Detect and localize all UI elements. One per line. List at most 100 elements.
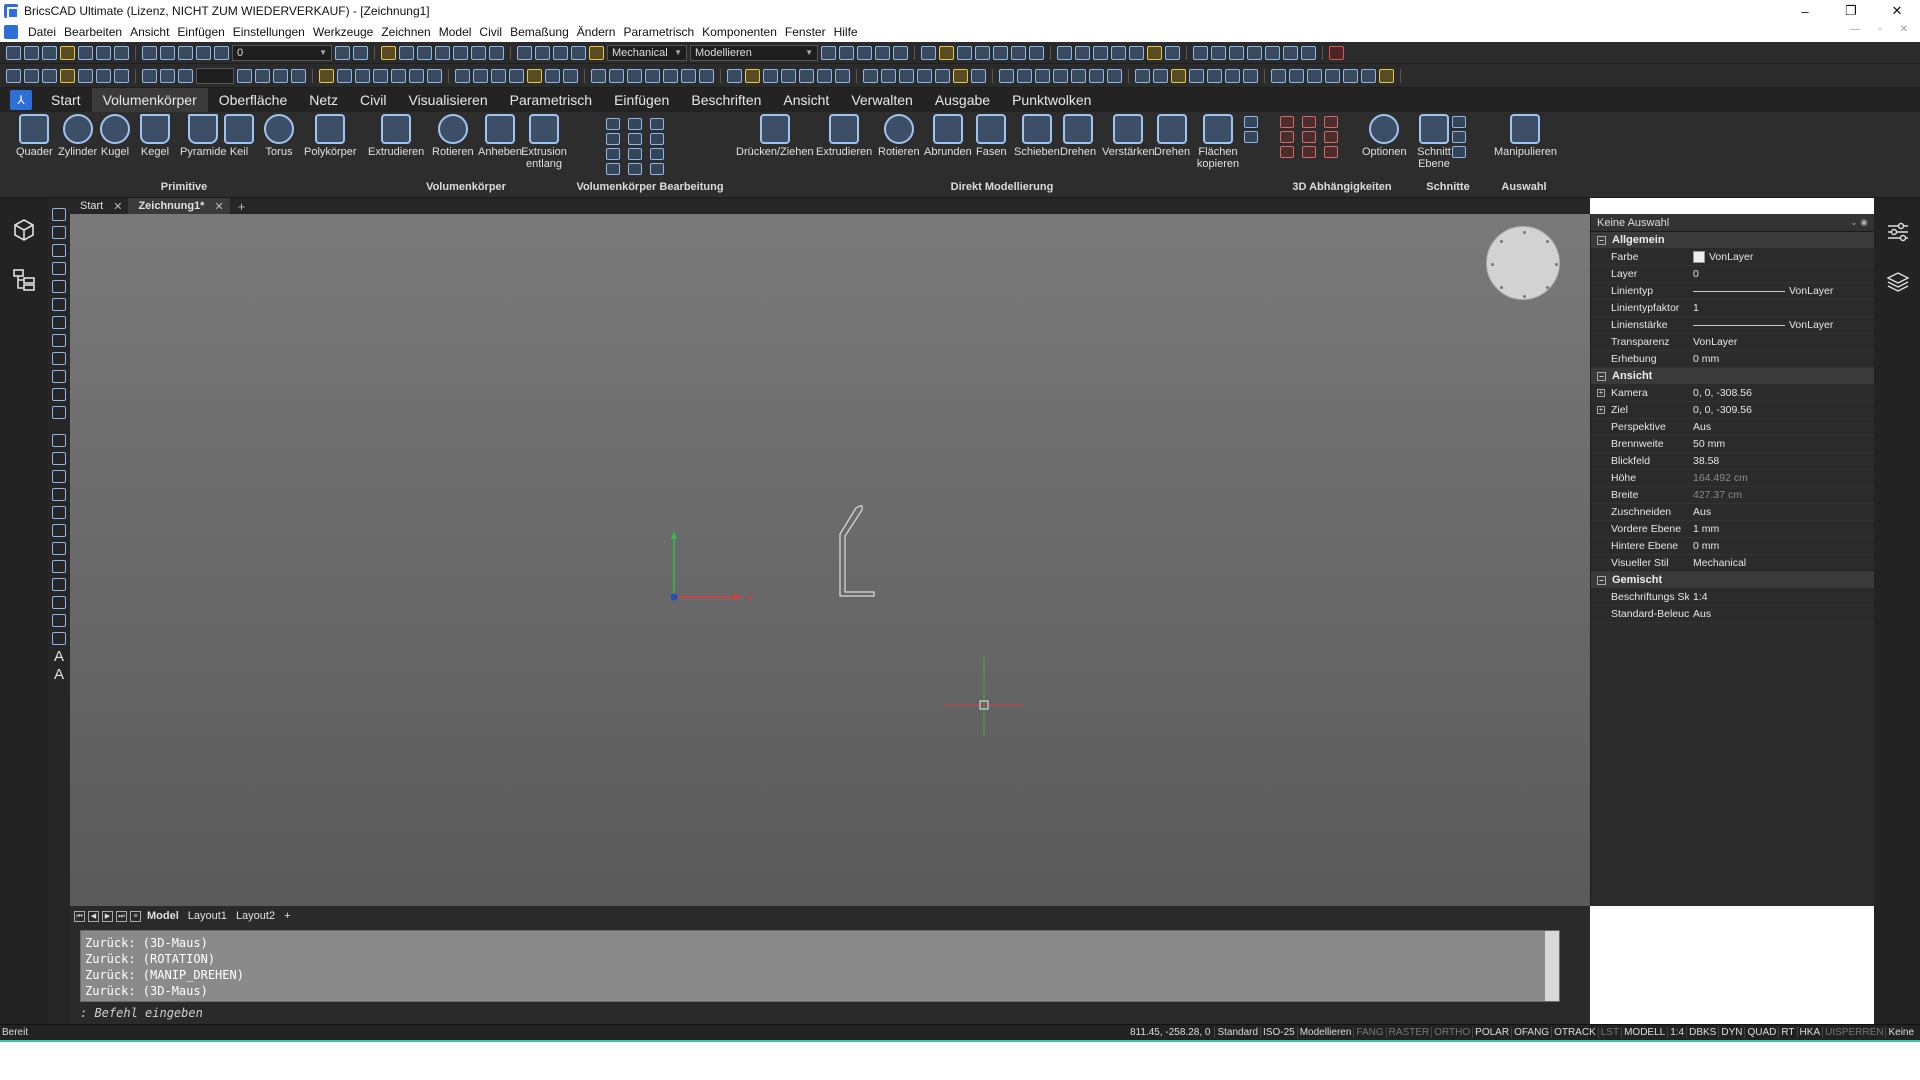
toolbar-tool-icon[interactable]: [24, 45, 39, 60]
property-row-visueller-stil[interactable]: Visueller Stil Mechanical: [1591, 555, 1874, 572]
toolbar-tool-icon[interactable]: [781, 68, 796, 83]
constraint-tool-icon[interactable]: [1324, 116, 1338, 128]
toolbar-tool-icon[interactable]: [1229, 45, 1244, 60]
ribbon-button-zylinder[interactable]: Zylinder: [58, 114, 97, 158]
menu-parametrisch[interactable]: Parametrisch: [619, 25, 698, 39]
structure-tree-icon[interactable]: [12, 268, 36, 292]
property-row-beschriftungs-ska[interactable]: Beschriftungs Ska 1:4: [1591, 589, 1874, 606]
toolbar-tool-icon[interactable]: [1129, 45, 1144, 60]
property-value[interactable]: VonLayer: [1689, 336, 1874, 348]
menu-bearbeiten[interactable]: Bearbeiten: [60, 25, 126, 39]
property-row-linienstarke[interactable]: Linienstärke VonLayer: [1591, 317, 1874, 334]
menu-bema-ung[interactable]: Bemaßung: [506, 25, 573, 39]
property-value[interactable]: 50 mm: [1689, 438, 1874, 450]
menu-zeichnen[interactable]: Zeichnen: [377, 25, 434, 39]
toolbar-tool-icon[interactable]: [1029, 45, 1044, 60]
property-value[interactable]: VonLayer: [1689, 285, 1874, 297]
draw-tool-icon[interactable]: [52, 452, 66, 465]
toolbar-tool-icon[interactable]: [1225, 68, 1240, 83]
toolbar-tool-icon[interactable]: [1301, 45, 1316, 60]
toolbar-tool-icon[interactable]: [999, 68, 1014, 83]
toolbar-tool-icon[interactable]: [1071, 68, 1086, 83]
selection-combo[interactable]: Keine Auswahl ⌄ ◉: [1591, 214, 1874, 232]
toolbar-tool-icon[interactable]: [957, 45, 972, 60]
draw-tool-icon[interactable]: [52, 506, 66, 519]
toolbar-tool-icon[interactable]: [627, 68, 642, 83]
toolbar-tool-icon[interactable]: [835, 68, 850, 83]
command-scrollbar[interactable]: [1545, 931, 1559, 1001]
ribbon-tab-civil[interactable]: Civil: [349, 88, 397, 112]
ribbon-button-flachen-kopieren[interactable]: Flächen kopieren: [1194, 114, 1242, 170]
mode-combo[interactable]: Modellieren ▼: [690, 44, 818, 61]
application-button-icon[interactable]: ⅄: [10, 90, 32, 110]
ribbon-button-keil[interactable]: Keil: [224, 114, 254, 158]
toolbar-tool-icon[interactable]: [817, 68, 832, 83]
toolbar-tool-icon[interactable]: [355, 68, 370, 83]
solid-edit-tool-icon[interactable]: [606, 133, 620, 145]
toolbar-tool-icon[interactable]: [1307, 68, 1322, 83]
prev-layout-icon[interactable]: ◀: [88, 910, 99, 922]
ribbon-button-anheben[interactable]: Anheben: [478, 114, 522, 158]
linetype-combo[interactable]: [196, 67, 234, 84]
draw-tool-icon[interactable]: [52, 488, 66, 501]
toolbar-tool-icon[interactable]: [935, 68, 950, 83]
ribbon-tab-einfugen[interactable]: Einfügen: [603, 88, 680, 112]
toolbar-tool-icon[interactable]: [335, 45, 350, 60]
constraint-tool-icon[interactable]: [1302, 146, 1316, 158]
draw-tool-icon[interactable]: [52, 434, 66, 447]
toolbar-tool-icon[interactable]: [545, 68, 560, 83]
doc-tab-drawing[interactable]: Zeichnung1* ✕: [128, 198, 230, 214]
toolbar-tool-icon[interactable]: [160, 45, 175, 60]
menu-civil[interactable]: Civil: [475, 25, 506, 39]
property-row-blickfeld[interactable]: Blickfeld 38.58: [1591, 453, 1874, 470]
status-toggle-dbks[interactable]: DBKS: [1686, 1027, 1718, 1038]
toolbar-tool-icon[interactable]: [1379, 68, 1394, 83]
ribbon-button-manipulieren[interactable]: Manipulieren: [1494, 114, 1557, 158]
toolbar-tool-icon[interactable]: [893, 45, 908, 60]
ribbon-tab-visualisieren[interactable]: Visualisieren: [397, 88, 498, 112]
layout-tab-model[interactable]: Model: [144, 910, 182, 922]
expand-icon[interactable]: +: [1597, 389, 1605, 397]
toolbar-tool-icon[interactable]: [319, 68, 334, 83]
toolbar-tool-icon[interactable]: [1207, 68, 1222, 83]
toolbar-tool-icon[interactable]: [571, 45, 586, 60]
toolbar-tool-icon[interactable]: [273, 68, 288, 83]
toolbar-tool-icon[interactable]: [509, 68, 524, 83]
toolbar-tool-icon[interactable]: [160, 68, 175, 83]
section-ansicht[interactable]: − Ansicht: [1591, 368, 1874, 385]
toolbar-tool-icon[interactable]: [489, 45, 504, 60]
ribbon-button-polykorper[interactable]: Polykörper: [304, 114, 357, 158]
ribbon-tab-oberflache[interactable]: Oberfläche: [208, 88, 298, 112]
section-allgemein[interactable]: − Allgemein: [1591, 232, 1874, 249]
toolbar-tool-icon[interactable]: [1089, 68, 1104, 83]
direct-tool-icon[interactable]: [1244, 116, 1258, 128]
draw-tool-icon[interactable]: [52, 542, 66, 555]
property-row-brennweite[interactable]: Brennweite 50 mm: [1591, 436, 1874, 453]
toolbar-tool-icon[interactable]: [921, 45, 936, 60]
ribbon-button-optionen[interactable]: Optionen: [1362, 114, 1407, 158]
toolbar-tool-icon[interactable]: [553, 45, 568, 60]
ribbon-button-rotieren[interactable]: Rotieren: [432, 114, 474, 158]
ribbon-button-schieben[interactable]: Schieben: [1014, 114, 1060, 158]
property-value[interactable]: 38.58: [1689, 455, 1874, 467]
solid-edit-tool-icon[interactable]: [650, 148, 664, 160]
look-from-widget[interactable]: [1486, 226, 1560, 300]
toolbar-tool-icon[interactable]: [681, 68, 696, 83]
toolbar-tool-icon[interactable]: [1147, 45, 1162, 60]
toolbar-tool-icon[interactable]: [60, 68, 75, 83]
property-value[interactable]: 1:4: [1689, 591, 1874, 603]
constraint-tool-icon[interactable]: [1324, 131, 1338, 143]
ribbon-button-fasen[interactable]: Fasen: [976, 114, 1007, 158]
property-row-layer[interactable]: Layer 0: [1591, 266, 1874, 283]
property-value[interactable]: Aus: [1689, 506, 1874, 518]
toolbar-tool-icon[interactable]: [953, 68, 968, 83]
mdi-restore-icon[interactable]: ▫: [1878, 24, 1882, 35]
toolbar-tool-icon[interactable]: [399, 45, 414, 60]
toolbar-tool-icon[interactable]: [1289, 68, 1304, 83]
property-value[interactable]: 0, 0, -309.56: [1689, 404, 1874, 416]
cursor-coordinates[interactable]: 811.45, -258.28, 0: [1130, 1027, 1214, 1038]
ribbon-button-rotieren[interactable]: Rotieren: [878, 114, 920, 158]
toolbar-tool-icon[interactable]: [1171, 68, 1186, 83]
status-toggle-keine[interactable]: Keine: [1885, 1027, 1916, 1038]
ribbon-tab-parametrisch[interactable]: Parametrisch: [499, 88, 603, 112]
